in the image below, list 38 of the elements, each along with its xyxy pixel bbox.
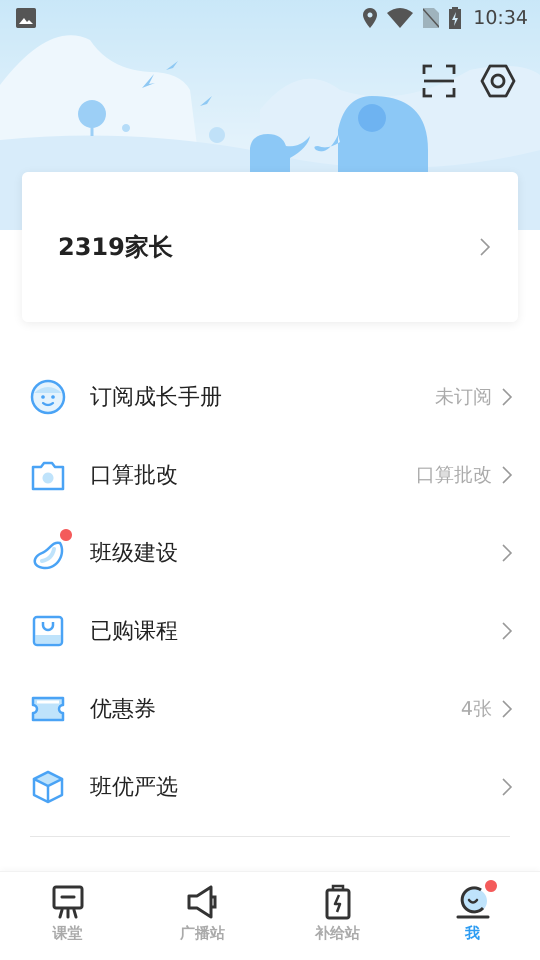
status-time: 10:34 bbox=[473, 7, 528, 29]
birds-drawing bbox=[142, 61, 212, 106]
menu-value: 4张 bbox=[460, 697, 492, 722]
chevron-right-icon bbox=[502, 778, 512, 796]
chevron-right-icon bbox=[502, 544, 512, 562]
menu-label: 订阅成长手册 bbox=[90, 384, 223, 412]
profile-face-icon bbox=[454, 884, 490, 920]
menu-label: 班优严选 bbox=[90, 774, 179, 802]
profile-name: 2319家长 bbox=[58, 232, 174, 263]
menu-label: 口算批改 bbox=[90, 462, 179, 490]
smiley-face-icon bbox=[30, 379, 66, 415]
image-icon bbox=[16, 8, 36, 28]
menu-value: 未订阅 bbox=[435, 385, 492, 410]
menu-value: 口算批改 bbox=[416, 463, 492, 488]
profile-card[interactable]: 2319家长 bbox=[22, 172, 518, 322]
chevron-right-icon bbox=[502, 388, 512, 406]
battery-charging-icon bbox=[449, 7, 462, 29]
box-icon bbox=[30, 769, 66, 805]
shopping-bag-icon bbox=[30, 613, 66, 649]
chevron-right-icon bbox=[480, 238, 490, 256]
chevron-right-icon bbox=[502, 466, 512, 484]
menu-label: 已购课程 bbox=[90, 618, 179, 646]
menu-label: 优惠券 bbox=[90, 696, 157, 724]
settings-icon[interactable] bbox=[480, 64, 516, 98]
menu-item[interactable]: 已购课程 bbox=[0, 592, 540, 670]
location-icon bbox=[363, 8, 378, 28]
menu-item[interactable]: 班优严选 bbox=[0, 748, 540, 826]
scan-icon[interactable] bbox=[422, 64, 456, 98]
chevron-right-icon bbox=[502, 622, 512, 640]
no-sim-icon bbox=[423, 8, 440, 28]
menu-item[interactable]: 优惠券 4张 bbox=[0, 670, 540, 748]
wifi-icon bbox=[387, 8, 414, 28]
menu-item[interactable]: 口算批改 口算批改 bbox=[0, 436, 540, 514]
menu-label: 班级建设 bbox=[90, 540, 179, 568]
easel-icon bbox=[50, 884, 86, 920]
menu-item[interactable]: 班级建设 bbox=[0, 514, 540, 592]
chevron-right-icon bbox=[502, 700, 512, 718]
menu-item[interactable]: 订阅成长手册 未订阅 bbox=[0, 358, 540, 436]
